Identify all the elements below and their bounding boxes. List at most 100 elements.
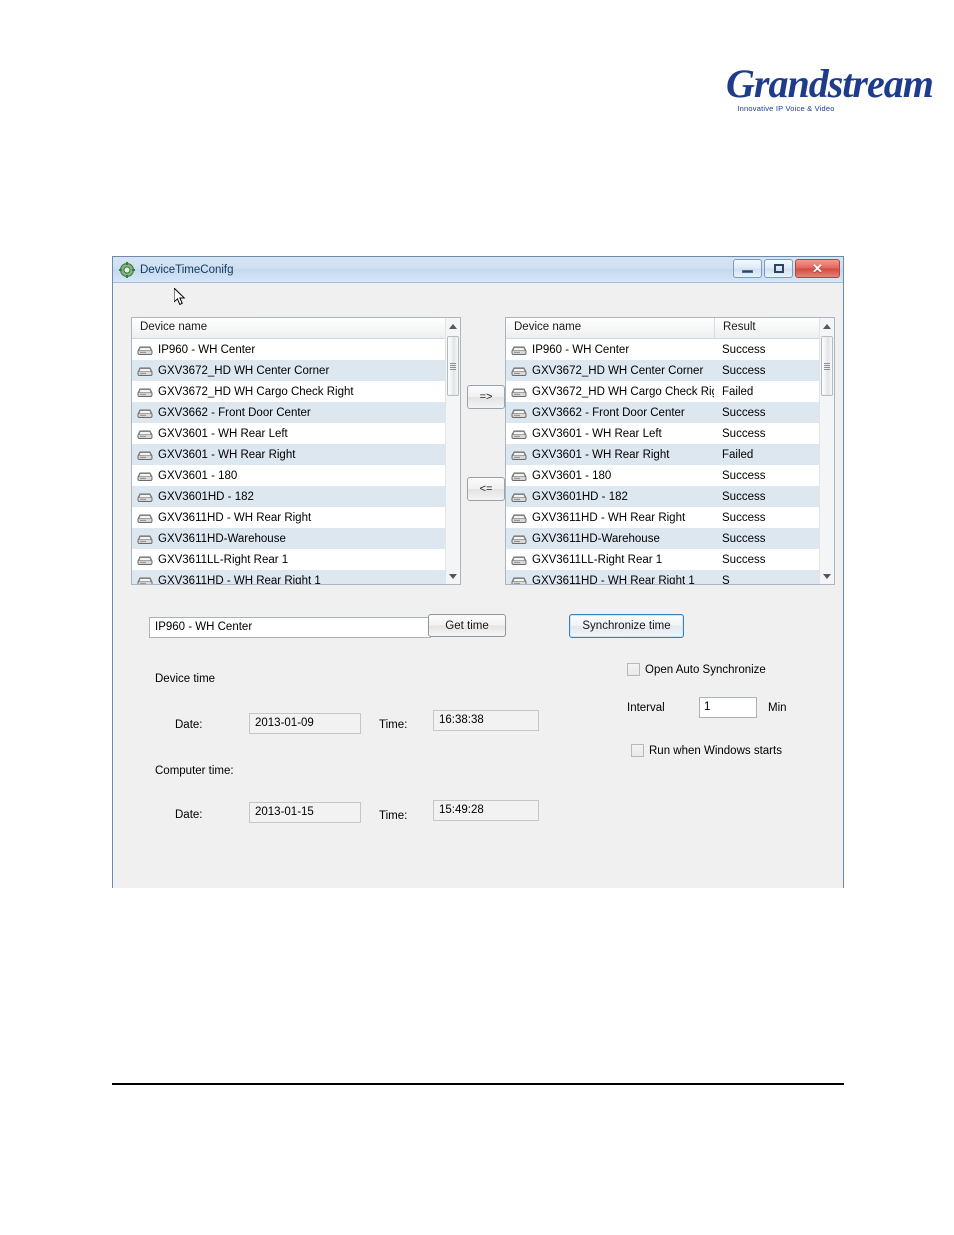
device-name-text: GXV3611HD - WH Rear Right (158, 511, 312, 524)
list-item[interactable]: GXV3601 - 180 Success (506, 465, 819, 486)
list-item[interactable]: GXV3601HD - 182 (132, 486, 445, 507)
list-item[interactable]: GXV3611HD - WH Rear Right 1 (132, 570, 445, 584)
minimize-button[interactable] (733, 259, 762, 278)
scroll-down-icon[interactable] (820, 568, 834, 584)
selected-devices-result-list[interactable]: Device name Result IP960 - WH Center Succ… (505, 317, 835, 585)
device-name-text: GXV3601 - 180 (532, 469, 612, 482)
list-item-device-name: IP960 - WH Center (132, 344, 445, 356)
scroll-thumb[interactable] (447, 336, 459, 396)
list-item-result: Success (722, 469, 766, 482)
list-item[interactable]: IP960 - WH Center (132, 339, 445, 360)
list-item-device-name: GXV3611LL-Right Rear 1 (132, 554, 445, 566)
device-name-text: GXV3601HD - 182 (158, 490, 254, 503)
list-item[interactable]: GXV3601 - WH Rear Left Success (506, 423, 819, 444)
list-item[interactable]: GXV3611HD - WH Rear Right Success (506, 507, 819, 528)
checkbox-icon[interactable] (631, 744, 644, 757)
interval-input[interactable]: 1 (699, 697, 757, 718)
list-item[interactable]: GXV3611LL-Right Rear 1 Success (506, 549, 819, 570)
left-column-device-name[interactable]: Device name (132, 318, 447, 338)
right-list-scrollbar[interactable] (819, 318, 834, 584)
left-list-scrollbar[interactable] (445, 318, 460, 584)
list-item[interactable]: GXV3601 - WH Rear Right (132, 444, 445, 465)
device-icon (511, 365, 527, 377)
selected-device-input[interactable]: IP960 - WH Center (149, 617, 431, 638)
device-icon (511, 449, 527, 461)
interval-unit-label: Min (768, 702, 787, 714)
device-icon (137, 344, 153, 356)
move-right-button[interactable]: => (467, 385, 505, 409)
list-item-result: Success (722, 343, 766, 356)
device-name-text: GXV3672_HD WH Cargo Check Right (532, 385, 714, 398)
device-name-text: GXV3662 - Front Door Center (158, 406, 311, 419)
scroll-up-icon[interactable] (820, 318, 834, 334)
list-item[interactable]: GXV3662 - Front Door Center Success (506, 402, 819, 423)
list-item[interactable]: GXV3611LL-Right Rear 1 (132, 549, 445, 570)
get-time-button[interactable]: Get time (428, 614, 506, 637)
list-item-result: Failed (722, 448, 754, 461)
device-icon (137, 407, 153, 419)
device-icon (137, 428, 153, 440)
list-item[interactable]: GXV3611HD - WH Rear Right (132, 507, 445, 528)
checkbox-icon[interactable] (627, 663, 640, 676)
list-item[interactable]: GXV3601 - WH Rear Right Failed (506, 444, 819, 465)
device-time-value: 16:38:38 (433, 710, 539, 731)
device-name-text: GXV3601HD - 182 (532, 490, 628, 503)
list-item[interactable]: GXV3611HD - WH Rear Right 1 S (506, 570, 819, 584)
device-name-text: GXV3672_HD WH Center Corner (158, 364, 330, 377)
list-item-device-name: GXV3611HD - WH Rear Right 1 (132, 574, 445, 585)
close-button[interactable]: ✕ (795, 259, 840, 278)
list-item[interactable]: GXV3672_HD WH Cargo Check Right (132, 381, 445, 402)
open-auto-synchronize-checkbox[interactable]: Open Auto Synchronize (627, 663, 766, 676)
list-item[interactable]: GXV3601HD - 182 Success (506, 486, 819, 507)
synchronize-time-button[interactable]: Synchronize time (569, 614, 684, 638)
right-column-result[interactable]: Result (714, 318, 821, 338)
device-icon (511, 344, 527, 356)
device-icon (511, 491, 527, 503)
device-icon (137, 575, 153, 584)
window-title: DeviceTimeConifg (140, 263, 234, 276)
device-name-text: GXV3601 - WH Rear Left (158, 427, 288, 440)
right-list-rows: IP960 - WH Center Success GXV3672_HD WH Ce… (506, 339, 819, 584)
list-item[interactable]: GXV3601 - 180 (132, 465, 445, 486)
list-item[interactable]: GXV3672_HD WH Center Corner (132, 360, 445, 381)
list-item[interactable]: GXV3672_HD WH Cargo Check Right Failed (506, 381, 819, 402)
device-icon (511, 470, 527, 482)
scroll-up-icon[interactable] (446, 318, 460, 334)
device-name-text: GXV3662 - Front Door Center (532, 406, 685, 419)
list-item-device-name: IP960 - WH Center (506, 344, 714, 356)
window-client-area: Device name IP960 - WH Center GXV3672_HD … (113, 283, 843, 888)
list-item[interactable]: GXV3672_HD WH Center Corner Success (506, 360, 819, 381)
list-item[interactable]: GXV3601 - WH Rear Left (132, 423, 445, 444)
list-item[interactable]: IP960 - WH Center Success (506, 339, 819, 360)
close-icon: ✕ (812, 260, 823, 276)
minimize-icon (742, 269, 753, 273)
title-bar[interactable]: DeviceTimeConifg ✕ (113, 257, 843, 283)
maximize-button[interactable] (764, 259, 793, 278)
move-left-button[interactable]: <= (467, 477, 505, 501)
scroll-thumb[interactable] (821, 336, 833, 396)
list-item-device-name: GXV3601 - 180 (506, 470, 714, 482)
list-item-device-name: GXV3601 - WH Rear Left (506, 428, 714, 440)
run-when-windows-starts-checkbox[interactable]: Run when Windows starts (631, 744, 782, 757)
device-date-value: 2013-01-09 (249, 713, 361, 734)
list-item-device-name: GXV3601 - 180 (132, 470, 445, 482)
scroll-down-icon[interactable] (446, 568, 460, 584)
window-controls: ✕ (733, 259, 840, 278)
list-item-device-name: GXV3662 - Front Door Center (506, 407, 714, 419)
list-item-result: Success (722, 511, 766, 524)
device-icon (137, 365, 153, 377)
device-name-text: GXV3611HD-Warehouse (532, 532, 660, 545)
device-icon (511, 554, 527, 566)
list-item-device-name: GXV3672_HD WH Center Corner (132, 365, 445, 377)
list-item[interactable]: GXV3662 - Front Door Center (132, 402, 445, 423)
device-icon (511, 428, 527, 440)
list-item[interactable]: GXV3611HD-Warehouse (132, 528, 445, 549)
list-item[interactable]: GXV3611HD-Warehouse Success (506, 528, 819, 549)
device-name-text: GXV3611HD - WH Rear Right 1 (158, 574, 321, 585)
available-devices-list[interactable]: Device name IP960 - WH Center GXV3672_HD … (131, 317, 461, 585)
device-name-text: GXV3611HD - WH Rear Right (532, 511, 686, 524)
right-column-device-name[interactable]: Device name (506, 318, 714, 338)
list-item-result: Success (722, 427, 766, 440)
logo-tagline: Innovative IP Voice & Video (737, 104, 835, 113)
list-item-device-name: GXV3611HD-Warehouse (132, 533, 445, 545)
